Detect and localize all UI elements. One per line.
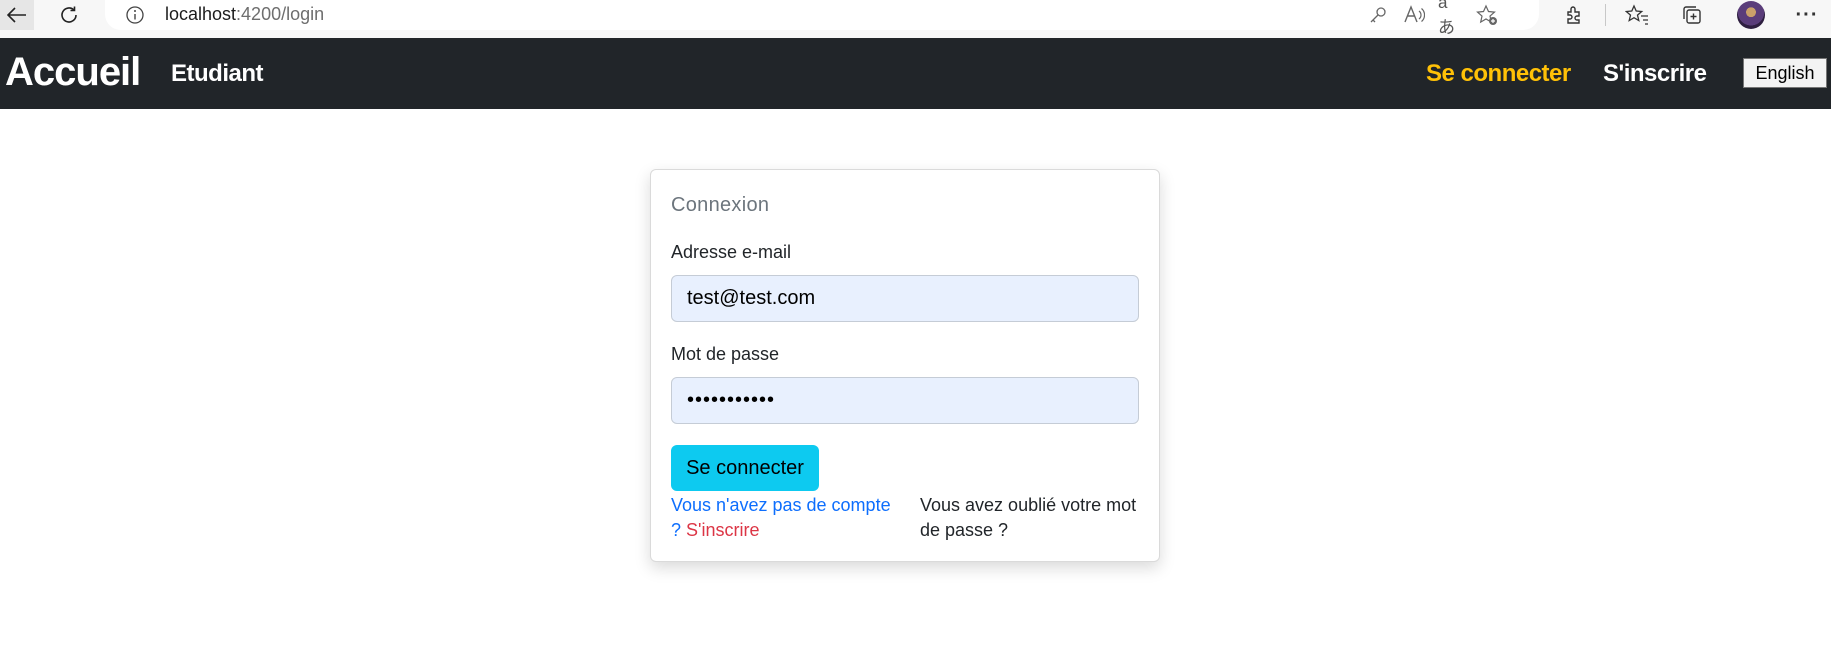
reload-button[interactable]	[52, 0, 86, 30]
url-host: localhost	[165, 4, 237, 24]
url-path: :4200/login	[236, 4, 325, 24]
email-field[interactable]	[671, 275, 1139, 322]
login-title: Connexion	[671, 194, 770, 216]
nav-link-login[interactable]: Se connecter	[1426, 60, 1571, 88]
email-label: Adresse e-mail	[671, 242, 792, 262]
forgot-password-link[interactable]: Vous avez oublié votre mot de passe ?	[920, 493, 1145, 543]
nav-link-etudiant[interactable]: Etudiant	[171, 60, 264, 88]
url-text[interactable]: localhost:4200/login	[165, 4, 324, 25]
address-bar[interactable]: localhost:4200/login aあ	[105, 0, 1539, 37]
password-label: Mot de passe	[671, 344, 780, 364]
language-toggle-button[interactable]: English	[1743, 58, 1827, 88]
favorite-add-icon[interactable]	[1474, 3, 1500, 27]
collections-icon[interactable]	[1677, 2, 1707, 28]
app-navbar: Accueil Etudiant Se connecter S'inscrire…	[0, 38, 1831, 109]
login-submit-button[interactable]: Se connecter	[671, 445, 819, 491]
profile-avatar[interactable]	[1737, 1, 1765, 29]
card-signup-link[interactable]: S'inscrire	[686, 520, 759, 540]
arrow-left-icon	[7, 7, 26, 23]
nav-link-signup[interactable]: S'inscrire	[1603, 60, 1707, 88]
back-button[interactable]	[0, 0, 34, 30]
translate-icon[interactable]: aあ	[1438, 0, 1464, 37]
reload-icon	[61, 6, 77, 23]
toolbar-divider	[1605, 4, 1606, 26]
favorites-icon[interactable]	[1622, 2, 1652, 28]
extensions-icon[interactable]	[1560, 2, 1590, 28]
brand-home-link[interactable]: Accueil	[5, 50, 141, 95]
more-options-icon[interactable]: ···	[1792, 2, 1822, 28]
login-card: Connexion Adresse e-mail Mot de passe Se…	[650, 169, 1160, 562]
browser-toolbar: localhost:4200/login aあ ···	[0, 0, 1831, 38]
read-aloud-icon[interactable]	[1401, 3, 1427, 27]
no-account-link[interactable]: Vous n'avez pas de compte ? S'inscrire	[671, 493, 901, 543]
info-icon[interactable]	[125, 5, 145, 25]
key-icon[interactable]	[1365, 3, 1391, 27]
password-field[interactable]	[671, 377, 1139, 424]
